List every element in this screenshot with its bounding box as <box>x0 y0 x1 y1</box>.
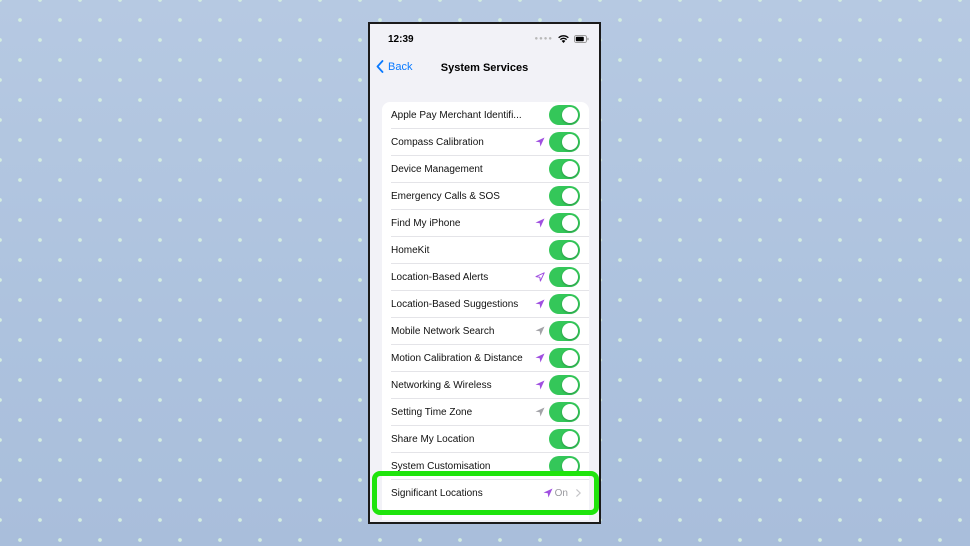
toggle-knob <box>562 242 578 258</box>
list-item-motion-calibration-distance: Motion Calibration & Distance <box>382 345 589 372</box>
toggle-knob <box>562 377 578 393</box>
service-label: Emergency Calls & SOS <box>391 191 500 202</box>
cellular-signal-icon: ●●●● <box>534 36 553 42</box>
battery-icon <box>574 35 589 43</box>
toggle-switch[interactable] <box>549 321 580 341</box>
location-arrow-outline-icon <box>535 272 545 282</box>
toggle-switch[interactable] <box>549 240 580 260</box>
service-label: Location-Based Suggestions <box>391 299 519 310</box>
list-item-emergency-calls-sos: Emergency Calls & SOS <box>382 183 589 210</box>
status-bar: 12:39 ●●●● <box>370 24 599 56</box>
navigation-bar: Back System Services <box>370 56 599 86</box>
system-services-list: Apple Pay Merchant Identifi... Compass C… <box>382 102 589 520</box>
service-label: Setting Time Zone <box>391 407 473 418</box>
service-label: Motion Calibration & Distance <box>391 353 523 364</box>
status-icons: ●●●● <box>535 35 590 43</box>
toggle-switch[interactable] <box>549 294 580 314</box>
phone-screen: 12:39 ●●●● Back System Services Apple Pa… <box>368 22 601 524</box>
service-label: Device Management <box>391 164 483 175</box>
service-label: Networking & Wireless <box>391 380 492 391</box>
location-arrow-icon <box>535 380 545 390</box>
location-arrow-gray-icon <box>535 407 545 417</box>
toggle-switch[interactable] <box>549 429 580 449</box>
list-item-location-based-suggestions: Location-Based Suggestions <box>382 291 589 318</box>
toggle-switch[interactable] <box>549 186 580 206</box>
list-item-setting-time-zone: Setting Time Zone <box>382 399 589 426</box>
status-time: 12:39 <box>388 34 414 45</box>
service-label: Share My Location <box>391 434 475 445</box>
toggle-knob <box>562 215 578 231</box>
service-label: Location-Based Alerts <box>391 272 489 283</box>
location-arrow-gray-icon <box>535 326 545 336</box>
toggle-knob <box>562 296 578 312</box>
service-label: Apple Pay Merchant Identifi... <box>391 110 522 121</box>
service-label: Mobile Network Search <box>391 326 495 337</box>
service-label: Find My iPhone <box>391 218 461 229</box>
toggle-knob <box>562 134 578 150</box>
toggle-switch[interactable] <box>549 402 580 422</box>
list-item-compass-calibration: Compass Calibration <box>382 129 589 156</box>
list-item-device-management: Device Management <box>382 156 589 183</box>
toggle-switch[interactable] <box>549 132 580 152</box>
toggle-knob <box>562 161 578 177</box>
list-item-location-based-alerts: Location-Based Alerts <box>382 264 589 291</box>
location-arrow-icon <box>535 299 545 309</box>
list-item-find-my-iphone: Find My iPhone <box>382 210 589 237</box>
toggle-switch[interactable] <box>549 105 580 125</box>
list-item-networking-wireless: Networking & Wireless <box>382 372 589 399</box>
service-label: Compass Calibration <box>391 137 484 148</box>
wifi-icon <box>558 35 569 43</box>
toggle-knob <box>562 431 578 447</box>
highlight-outline <box>372 471 599 515</box>
list-item-share-my-location: Share My Location <box>382 426 589 453</box>
toggle-switch[interactable] <box>549 159 580 179</box>
location-arrow-icon <box>535 137 545 147</box>
list-item-homekit: HomeKit <box>382 237 589 264</box>
toggle-knob <box>562 269 578 285</box>
toggle-switch[interactable] <box>549 267 580 287</box>
page-title: System Services <box>440 62 529 74</box>
location-arrow-icon <box>535 353 545 363</box>
list-item-apple-pay-merchant: Apple Pay Merchant Identifi... <box>382 102 589 129</box>
location-arrow-icon <box>535 218 545 228</box>
toggle-knob <box>562 323 578 339</box>
toggle-switch[interactable] <box>549 375 580 395</box>
toggle-knob <box>562 350 578 366</box>
toggle-knob <box>562 404 578 420</box>
list-item-mobile-network-search: Mobile Network Search <box>382 318 589 345</box>
toggle-knob <box>562 107 578 123</box>
toggle-switch[interactable] <box>549 213 580 233</box>
toggle-switch[interactable] <box>549 348 580 368</box>
service-label: HomeKit <box>391 245 430 256</box>
toggle-knob <box>562 188 578 204</box>
